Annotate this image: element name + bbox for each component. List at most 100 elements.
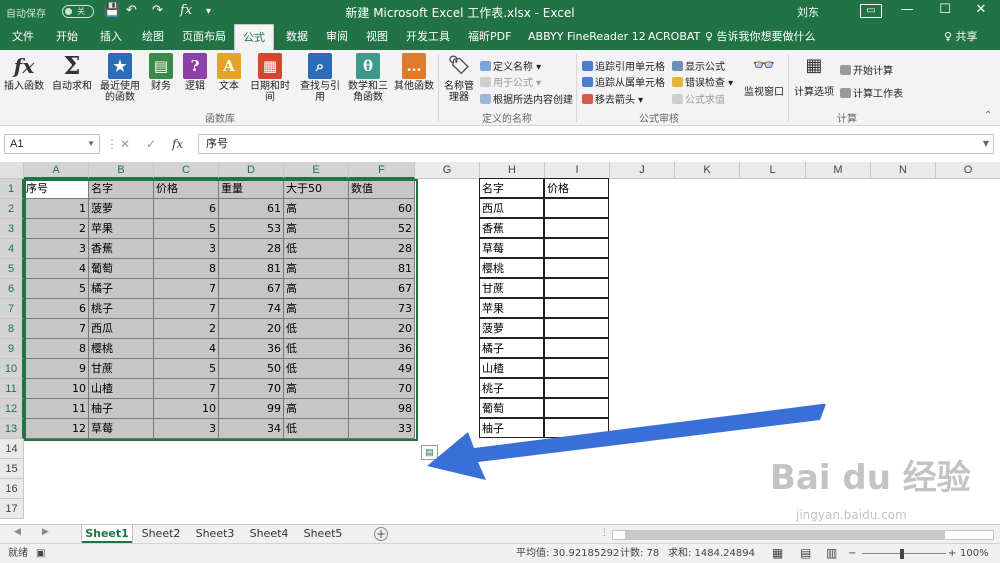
financial-button[interactable]: ▤ 财务 bbox=[146, 53, 176, 92]
calc-sheet-button[interactable]: 计算工作表 bbox=[840, 85, 903, 100]
logical-button[interactable]: ? 逻辑 bbox=[180, 53, 210, 92]
zoom-slider[interactable] bbox=[862, 553, 946, 554]
formula-input[interactable]: 序号 ▼ bbox=[198, 134, 994, 154]
page-break-icon[interactable]: ▥ bbox=[826, 544, 837, 563]
more-functions-button[interactable]: … 其他函数 bbox=[392, 53, 436, 92]
sheet-tab-sheet2[interactable]: Sheet2 bbox=[136, 525, 186, 543]
arrow-shape bbox=[427, 404, 826, 480]
horizontal-scrollbar[interactable] bbox=[612, 530, 994, 540]
magnifier-icon: ⌕ bbox=[308, 53, 332, 79]
sheet-tab-sheet4[interactable]: Sheet4 bbox=[244, 525, 294, 543]
zoom-out-button[interactable]: − bbox=[848, 544, 856, 563]
tell-me-search[interactable]: ♀ 告诉我你想要做什么 bbox=[705, 24, 816, 50]
tab-acrobat[interactable]: ACROBAT bbox=[644, 24, 704, 50]
title-bar: 自动保存 关 💾 ↶ ↷ fx ▾ 新建 Microsoft Excel 工作表… bbox=[0, 0, 1000, 24]
more-functions-icon: … bbox=[402, 53, 426, 79]
zoom-slider-thumb[interactable] bbox=[900, 549, 904, 559]
lookup-button[interactable]: ⌕ 查找与引用 bbox=[296, 53, 344, 103]
calendar-icon: ▦ bbox=[258, 53, 282, 79]
use-in-formula-button[interactable]: 用于公式 ▾ bbox=[480, 74, 541, 89]
normal-view-icon[interactable]: ▦ bbox=[772, 544, 783, 563]
zoom-in-button[interactable]: + bbox=[948, 544, 956, 563]
trace-precedents-button[interactable]: 追踪引用单元格 bbox=[582, 58, 665, 73]
qat-more-icon[interactable]: ▾ bbox=[206, 6, 211, 17]
evaluate-formula-button[interactable]: 公式求值 bbox=[672, 91, 725, 106]
error-checking-button[interactable]: 错误检查 ▾ bbox=[672, 74, 733, 89]
tab-developer[interactable]: 开发工具 bbox=[402, 24, 454, 50]
chevron-down-icon[interactable]: ▼ bbox=[983, 135, 989, 153]
fx-icon: fx bbox=[13, 54, 35, 78]
autosum-button[interactable]: Σ 自动求和 bbox=[50, 51, 94, 93]
cancel-icon[interactable]: ✕ bbox=[120, 134, 130, 154]
calculator-icon: ▦ bbox=[805, 55, 823, 76]
trace-dependents-button[interactable]: 追踪从属单元格 bbox=[582, 74, 665, 89]
insert-function-icon[interactable]: fx bbox=[172, 134, 183, 154]
tab-file[interactable]: 文件 bbox=[8, 24, 38, 50]
recent-functions-button[interactable]: ★ 最近使用的函数 bbox=[96, 53, 144, 103]
save-icon[interactable]: 💾 bbox=[104, 3, 120, 18]
undo-icon[interactable]: ↶ bbox=[126, 3, 137, 18]
autosave-toggle[interactable]: 关 bbox=[62, 5, 94, 18]
tab-insert[interactable]: 插入 bbox=[96, 24, 126, 50]
formula-bar: A1 ▼ ⋮ ✕ ✓ fx 序号 ▼ bbox=[0, 132, 1000, 156]
tab-page-layout[interactable]: 页面布局 bbox=[178, 24, 230, 50]
fx-icon[interactable]: fx bbox=[180, 3, 192, 18]
tab-view[interactable]: 视图 bbox=[362, 24, 392, 50]
prev-sheet-icon[interactable]: ◀ bbox=[14, 527, 21, 537]
sigma-icon: Σ bbox=[63, 51, 81, 80]
tab-data[interactable]: 数据 bbox=[282, 24, 312, 50]
ribbon-display-icon[interactable]: ▭ bbox=[860, 4, 882, 18]
page-layout-icon[interactable]: ▤ bbox=[800, 544, 811, 563]
minimize-button[interactable]: — bbox=[892, 2, 922, 17]
sheet-tab-sheet3[interactable]: Sheet3 bbox=[190, 525, 240, 543]
name-manager-button[interactable]: 🏷 名称管理器 bbox=[440, 53, 478, 103]
error-checking-icon bbox=[672, 77, 683, 87]
zoom-level[interactable]: 100% bbox=[960, 544, 989, 563]
restore-button[interactable]: ☐ bbox=[930, 2, 960, 17]
annotation-arrow bbox=[427, 404, 826, 480]
watch-window-button[interactable]: 👓 监视窗口 bbox=[742, 53, 786, 98]
remove-arrows-button[interactable]: 移去箭头 ▾ bbox=[582, 91, 643, 106]
define-name-icon bbox=[480, 61, 491, 71]
ribbon-separator bbox=[788, 54, 789, 122]
macro-record-icon[interactable]: ▣ bbox=[36, 544, 45, 563]
date-time-button[interactable]: ▦ 日期和时间 bbox=[246, 53, 294, 103]
math-trig-button[interactable]: θ 数学和三角函数 bbox=[346, 53, 390, 103]
use-in-formula-icon bbox=[480, 77, 491, 87]
show-formulas-button[interactable]: 显示公式 bbox=[672, 58, 725, 73]
user-name[interactable]: 刘东 bbox=[797, 4, 819, 20]
close-button[interactable]: ✕ bbox=[966, 2, 996, 17]
tab-home[interactable]: 开始 bbox=[52, 24, 82, 50]
name-box[interactable]: A1 ▼ bbox=[4, 134, 100, 154]
sheet-tab-sheet1[interactable]: Sheet1 bbox=[82, 525, 132, 543]
sheet-tab-sheet5[interactable]: Sheet5 bbox=[298, 525, 348, 543]
calc-now-icon bbox=[840, 65, 851, 75]
create-from-selection-button[interactable]: 根据所选内容创建 bbox=[480, 91, 573, 106]
trace-precedents-icon bbox=[582, 61, 593, 71]
enter-icon[interactable]: ✓ bbox=[146, 134, 156, 154]
define-name-button[interactable]: 定义名称 ▾ bbox=[480, 58, 541, 73]
tab-abbyy[interactable]: ABBYY FineReader 12 bbox=[524, 24, 650, 50]
collapse-ribbon-icon[interactable]: ⌃ bbox=[984, 110, 992, 121]
calc-options-button[interactable]: ▦ 计算选项 bbox=[792, 53, 836, 98]
insert-function-button[interactable]: fx 插入函数 bbox=[4, 53, 44, 92]
tag-icon: 🏷 bbox=[447, 55, 471, 76]
document-title: 新建 Microsoft Excel 工作表.xlsx - Excel bbox=[345, 6, 575, 20]
status-mode: 就绪 bbox=[8, 548, 28, 559]
text-button[interactable]: A 文本 bbox=[214, 53, 244, 92]
tab-review[interactable]: 审阅 bbox=[322, 24, 352, 50]
chevron-down-icon: ▼ bbox=[87, 139, 95, 148]
status-count: 计数: 78 bbox=[620, 548, 660, 559]
redo-icon[interactable]: ↷ bbox=[152, 3, 163, 18]
ribbon-separator bbox=[576, 54, 577, 122]
scrollbar-thumb[interactable] bbox=[625, 531, 945, 539]
tab-formulas[interactable]: 公式 bbox=[234, 24, 274, 50]
tab-draw[interactable]: 绘图 bbox=[138, 24, 168, 50]
worksheet-grid[interactable]: ABCDEFGHIJKLMNO 1 2 3 4 5 6 7 8 9 10 11 12 13 14 15 16 1… bbox=[0, 162, 1000, 524]
add-sheet-button[interactable]: + bbox=[374, 527, 388, 541]
next-sheet-icon[interactable]: ▶ bbox=[42, 527, 49, 537]
share-button[interactable]: ♀ 共享 bbox=[944, 24, 978, 50]
tab-foxit-pdf[interactable]: 福昕PDF bbox=[464, 24, 515, 50]
trace-dependents-icon bbox=[582, 77, 593, 87]
calc-now-button[interactable]: 开始计算 bbox=[840, 62, 893, 77]
